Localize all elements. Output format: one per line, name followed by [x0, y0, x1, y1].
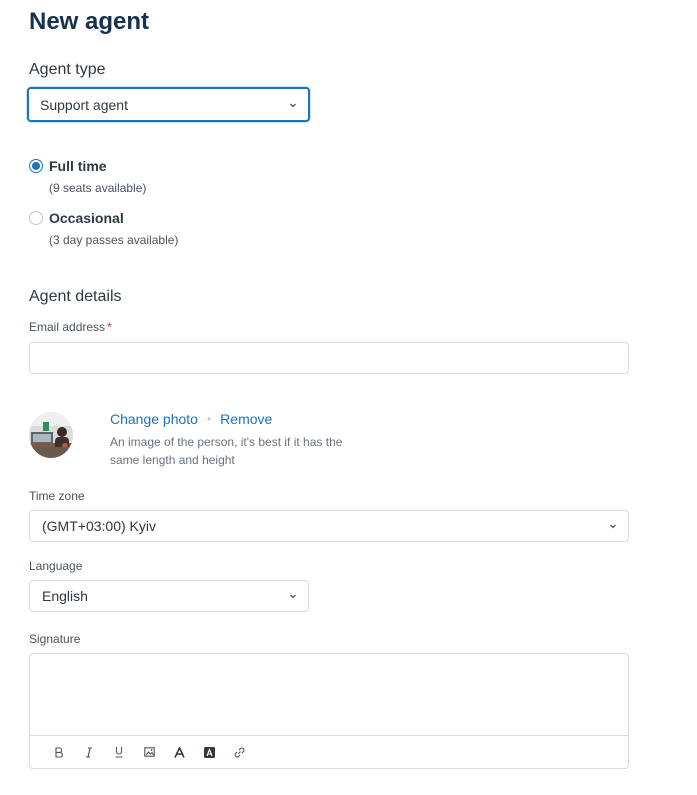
full-time-hint: (9 seats available) — [49, 181, 147, 195]
radio-occasional-indicator[interactable] — [29, 211, 43, 225]
bold-icon[interactable] — [44, 740, 74, 764]
remove-photo-link[interactable]: Remove — [220, 411, 272, 427]
language-select[interactable]: English — [29, 580, 309, 612]
page-title: New agent — [29, 8, 150, 35]
signature-toolbar — [30, 735, 628, 768]
photo-hint: An image of the person, it's best if it … — [110, 435, 343, 467]
occasional-hint: (3 day passes available) — [49, 233, 179, 247]
link-icon[interactable] — [224, 740, 254, 764]
signature-field — [29, 653, 629, 769]
email-label-text: Email address — [29, 320, 106, 334]
language-label: Language — [29, 559, 83, 573]
photo-actions: Change photo • Remove — [110, 411, 272, 427]
avatar — [29, 412, 73, 458]
agent-type-value: Support agent — [40, 96, 128, 113]
timezone-select[interactable]: (GMT+03:00) Kyiv — [29, 510, 629, 542]
signature-editor[interactable] — [30, 654, 628, 735]
radio-full-time-indicator[interactable] — [29, 159, 43, 173]
chevron-down-icon — [288, 591, 298, 601]
agent-type-select[interactable]: Support agent — [27, 87, 310, 122]
change-photo-link[interactable]: Change photo — [110, 411, 198, 427]
language-value: English — [42, 588, 88, 604]
radio-occasional[interactable]: Occasional — [29, 210, 124, 226]
signature-label: Signature — [29, 632, 81, 646]
email-field[interactable] — [29, 342, 629, 374]
radio-occasional-label: Occasional — [49, 210, 124, 226]
required-mark: * — [107, 320, 112, 334]
agent-type-heading: Agent type — [29, 61, 106, 78]
underline-icon[interactable] — [104, 740, 134, 764]
chevron-down-icon — [608, 521, 618, 531]
separator-dot: • — [206, 412, 212, 426]
text-background-icon[interactable] — [194, 740, 224, 764]
timezone-value: (GMT+03:00) Kyiv — [42, 518, 156, 534]
email-label: Email address * — [29, 320, 112, 334]
italic-icon[interactable] — [74, 740, 104, 764]
timezone-label: Time zone — [29, 489, 85, 503]
agent-details-heading: Agent details — [29, 288, 122, 305]
text-size-icon[interactable] — [164, 740, 194, 764]
image-icon[interactable] — [134, 740, 164, 764]
radio-full-time[interactable]: Full time — [29, 158, 107, 174]
chevron-down-icon — [288, 100, 298, 110]
radio-full-time-label: Full time — [49, 158, 107, 174]
